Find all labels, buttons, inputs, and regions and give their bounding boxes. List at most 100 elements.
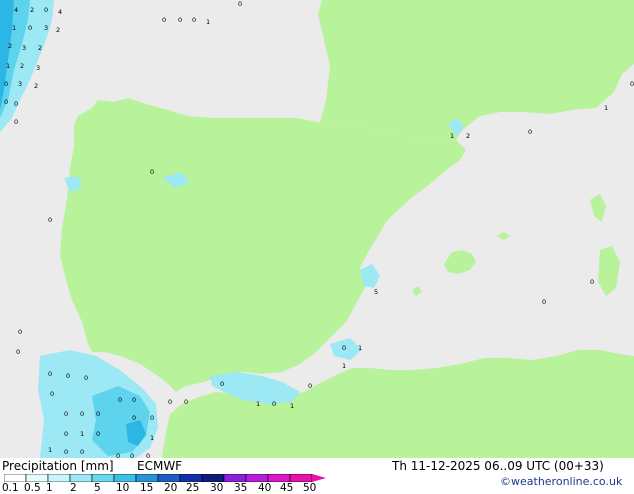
precip-marker: 1 — [290, 402, 294, 410]
precip-marker: 0 — [542, 298, 546, 306]
legend-tick-label: 30 — [210, 482, 224, 494]
legend-swatch — [201, 474, 225, 482]
precip-marker: 0 — [168, 398, 172, 406]
legend-colorbar — [4, 474, 326, 482]
precip-marker: 5 — [374, 288, 378, 296]
legend-tick-label: 10 — [116, 482, 130, 494]
legend-swatch — [135, 474, 159, 482]
precip-marker: 2 — [34, 82, 38, 90]
precip-marker: 0 — [4, 80, 8, 88]
precip-marker: 2 — [38, 44, 42, 52]
precip-marker: 1 — [342, 362, 346, 370]
precip-marker: 0 — [528, 128, 532, 136]
precip-marker: 1 — [12, 24, 16, 32]
precip-marker: 0 — [28, 24, 32, 32]
legend-tick-label: 45 — [280, 482, 294, 494]
valid-time: Th 11-12-2025 06..09 UTC (00+33) — [392, 459, 604, 473]
legend-arrow — [312, 474, 326, 482]
precip-marker: 0 — [16, 348, 20, 356]
precip-marker: 0 — [150, 168, 154, 176]
legend-swatch — [25, 474, 49, 482]
precip-marker: 0 — [50, 390, 54, 398]
precip-marker: 1 — [450, 132, 454, 140]
legend-tick-label: 15 — [140, 482, 154, 494]
legend-swatch — [157, 474, 181, 482]
precip-marker: 1 — [604, 104, 608, 112]
precip-marker: 0 — [64, 448, 68, 456]
precip-marker: 0 — [132, 414, 136, 422]
precip-marker: 0 — [184, 398, 188, 406]
precip-marker: 0 — [44, 6, 48, 14]
precip-marker: 1 — [256, 400, 260, 408]
precip-marker: 1 — [150, 434, 154, 442]
precip-marker: 2 — [466, 132, 470, 140]
precip-marker: 0 — [64, 430, 68, 438]
precip-marker: 1 — [80, 430, 84, 438]
legend-swatch — [267, 474, 291, 482]
precip-marker: 0 — [150, 414, 154, 422]
precip-marker: 1 — [206, 18, 210, 26]
precip-marker: 1 — [358, 344, 362, 352]
credit-link[interactable]: ©weatheronline.co.uk — [500, 476, 622, 488]
precip-marker: 0 — [14, 118, 18, 126]
legend-swatch — [47, 474, 71, 482]
precip-marker: 0 — [48, 216, 52, 224]
precip-marker: 0 — [80, 448, 84, 456]
precip-marker: 4 — [14, 6, 18, 14]
precip-marker: 0 — [220, 380, 224, 388]
precip-marker: 0 — [238, 0, 242, 8]
precip-marker: 0 — [118, 396, 122, 404]
precip-marker: 2 — [20, 62, 24, 70]
precip-marker: 0 — [192, 16, 196, 24]
precip-marker: 0 — [342, 344, 346, 352]
precip-marker: 0 — [308, 382, 312, 390]
legend-tick-label: 25 — [186, 482, 200, 494]
legend-tick-label: 40 — [258, 482, 272, 494]
precip-marker: 0 — [18, 328, 22, 336]
precip-marker: 0 — [14, 100, 18, 108]
legend-tick-label: 35 — [234, 482, 248, 494]
precip-marker: 0 — [96, 430, 100, 438]
legend-swatch — [223, 474, 247, 482]
precip-marker: 1 — [48, 446, 52, 454]
precip-marker: 0 — [630, 80, 634, 88]
precip-marker: 0 — [66, 372, 70, 380]
legend-tick-label: 20 — [164, 482, 178, 494]
legend-swatch — [113, 474, 137, 482]
precip-marker: 0 — [132, 396, 136, 404]
legend-swatch — [4, 474, 27, 482]
precip-marker: 0 — [4, 98, 8, 106]
precip-marker: 2 — [30, 6, 34, 14]
precip-marker: 1 — [6, 62, 10, 70]
legend-tick-label: 1 — [46, 482, 53, 494]
model-name: ECMWF — [137, 459, 183, 473]
legend-tick-label: 0.1 — [2, 482, 19, 494]
legend-tick-label: 50 — [303, 482, 317, 494]
precip-marker: 0 — [64, 410, 68, 418]
precip-marker: 3 — [44, 24, 48, 32]
precip-marker: 0 — [48, 370, 52, 378]
map-title: Precipitation [mm] — [2, 459, 114, 473]
legend-footer: Precipitation [mm] ECMWF Th 11-12-2025 0… — [0, 458, 634, 494]
precip-marker: 2 — [8, 42, 12, 50]
legend-tick-label: 2 — [70, 482, 77, 494]
precip-marker: 3 — [18, 80, 22, 88]
precip-marker: 0 — [96, 410, 100, 418]
legend-swatch — [245, 474, 269, 482]
precip-marker: 3 — [22, 44, 26, 52]
precip-marker: 0 — [590, 278, 594, 286]
precipitation-map: 4 2 0 41 0 3 22 3 21 2 30 3 20 000 0 0 1000000 0 000 0 00 00 0… — [0, 0, 634, 458]
legend-tick-label: 0.5 — [24, 482, 41, 494]
precip-marker: 2 — [56, 26, 60, 34]
precip-marker: 0 — [84, 374, 88, 382]
legend-swatch — [69, 474, 93, 482]
legend-swatch — [289, 474, 313, 482]
legend-swatch — [91, 474, 115, 482]
precip-marker: 4 — [58, 8, 62, 16]
precip-marker: 3 — [36, 64, 40, 72]
precip-marker: 0 — [272, 400, 276, 408]
legend-swatch — [179, 474, 203, 482]
precip-marker: 0 — [178, 16, 182, 24]
precip-marker: 0 — [162, 16, 166, 24]
precip-marker: 0 — [80, 410, 84, 418]
